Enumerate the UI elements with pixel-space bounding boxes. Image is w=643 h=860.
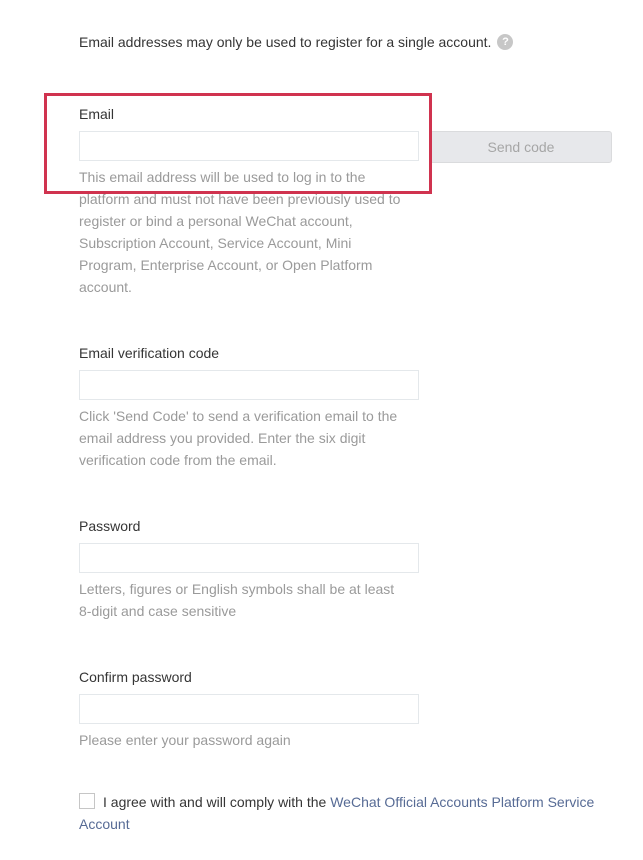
password-field[interactable] [79, 543, 419, 573]
verification-code-label: Email verification code [79, 345, 220, 361]
agreement-row: I agree with and will comply with the We… [79, 791, 599, 835]
email-hint: This email address will be used to log i… [79, 169, 401, 295]
agreement-checkbox[interactable] [79, 793, 95, 809]
notice-text: Email addresses may only be used to regi… [79, 34, 492, 50]
email-label: Email [79, 106, 115, 122]
confirm-password-label: Confirm password [79, 669, 192, 685]
password-hint: Letters, figures or English symbols shal… [79, 581, 395, 619]
registration-notice: Email addresses may only be used to regi… [79, 34, 514, 50]
verification-code-field[interactable] [79, 370, 419, 400]
confirm-password-field[interactable] [79, 694, 419, 724]
help-icon[interactable]: ? [497, 34, 514, 50]
email-field[interactable] [79, 131, 419, 161]
agreement-text: I agree with and will comply with the [103, 794, 331, 810]
confirm-password-hint: Please enter your password again [79, 732, 291, 748]
send-code-button[interactable]: Send code [430, 131, 612, 163]
password-label: Password [79, 518, 141, 534]
verification-code-hint: Click 'Send Code' to send a verification… [79, 408, 398, 468]
